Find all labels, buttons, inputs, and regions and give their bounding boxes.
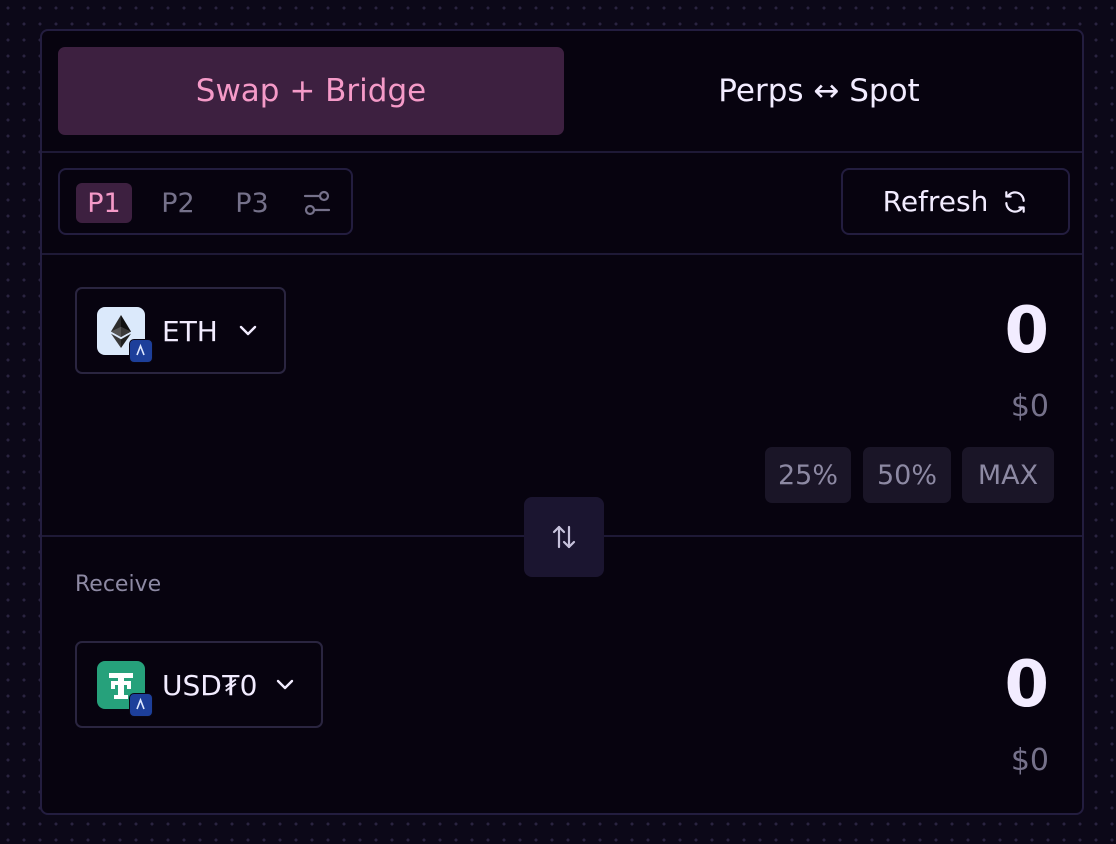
receive-label: Receive [75, 572, 162, 597]
divider [42, 151, 1082, 153]
receive-amount: 0 [1004, 648, 1049, 722]
swap-panel: Swap + Bridge Perps ↔ Spot P1 P2 P3 Refr… [40, 29, 1084, 815]
arbitrum-badge-icon [129, 693, 153, 717]
refresh-label: Refresh [882, 185, 989, 218]
preset-p1[interactable]: P1 [76, 183, 132, 223]
max-button[interactable]: MAX [962, 447, 1054, 503]
tab-swap-bridge[interactable]: Swap + Bridge [58, 47, 564, 135]
receive-token-select[interactable]: USD₮0 [75, 641, 323, 728]
preset-p3[interactable]: P3 [224, 183, 280, 223]
arbitrum-badge-icon [129, 339, 153, 363]
refresh-icon [1005, 190, 1026, 213]
chevron-down-icon [239, 325, 257, 336]
divider [42, 253, 1082, 255]
receive-usd-value: $0 [1010, 743, 1049, 778]
sliders-icon [303, 190, 331, 216]
flip-direction-button[interactable] [524, 497, 604, 577]
percent-50-button[interactable]: 50% [863, 447, 951, 503]
chevron-down-icon [276, 679, 294, 690]
refresh-button[interactable]: Refresh [841, 168, 1070, 235]
preset-selector: P1 P2 P3 [58, 168, 353, 235]
percent-25-button[interactable]: 25% [765, 447, 851, 503]
preset-p2[interactable]: P2 [150, 183, 206, 223]
preset-settings-button[interactable] [299, 187, 335, 219]
receive-token-name: USD₮0 [162, 669, 258, 702]
sell-token-select[interactable]: ETH [75, 287, 286, 374]
sell-usd-value: $0 [1010, 389, 1049, 424]
sell-amount[interactable]: 0 [1004, 294, 1049, 368]
tab-perps-spot[interactable]: Perps ↔ Spot [570, 47, 1068, 135]
sell-token-name: ETH [162, 315, 218, 348]
swap-arrows-icon [552, 525, 576, 549]
